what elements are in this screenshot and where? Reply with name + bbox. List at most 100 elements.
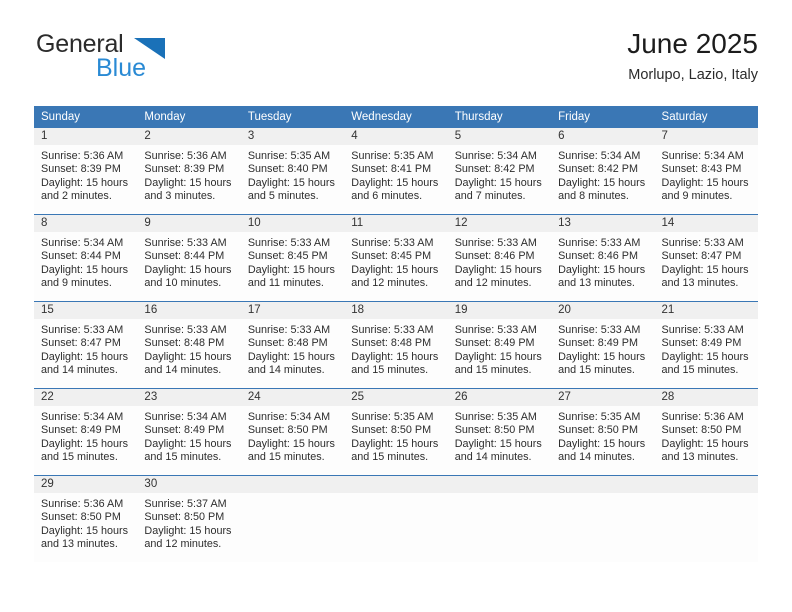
- calendar-grid: Sunday Monday Tuesday Wednesday Thursday Frid…: [34, 106, 758, 562]
- day-details: Sunrise: 5:33 AM Sunset: 8:46 PM Daylight:…: [448, 232, 551, 301]
- calendar-day-cell[interactable]: 2 Sunrise: 5:36 AM Sunset: 8:39 PM Daylight…: [137, 128, 241, 215]
- calendar-day-cell[interactable]: 14 Sunrise: 5:33 AM Sunset: 8:47 PM Dayligh…: [654, 214, 758, 302]
- daylight-text-line1: Daylight: 15 hours: [247, 263, 335, 276]
- sunset-text: Sunset: 8:49 PM: [41, 424, 121, 437]
- calendar-day-cell[interactable]: 5 Sunrise: 5:34 AM Sunset: 8:42 PM Daylight…: [447, 128, 552, 215]
- day-details: Sunrise: 5:35 AM Sunset: 8:50 PM Daylight:…: [448, 406, 551, 475]
- day-number: 26: [447, 389, 552, 406]
- sunrise-text: Sunrise: 5:33 AM: [247, 237, 331, 249]
- calendar-day-cell[interactable]: 19 Sunrise: 5:33 AM Sunset: 8:49 PM Dayligh…: [447, 301, 552, 389]
- calendar-day-cell[interactable]: 16 Sunrise: 5:33 AM Sunset: 8:48 PM Dayligh…: [137, 301, 241, 389]
- calendar-day-cell[interactable]: 28 Sunrise: 5:36 AM Sunset: 8:50 PM Dayligh…: [654, 388, 758, 476]
- day-number: 25: [344, 389, 448, 406]
- calendar-table: Sunday Monday Tuesday Wednesday Thursday Frid…: [34, 106, 758, 562]
- daylight-text-line1: Daylight: 15 hours: [454, 437, 542, 450]
- sunset-text: Sunset: 8:40 PM: [247, 163, 328, 176]
- calendar-day-cell[interactable]: 4 Sunrise: 5:35 AM Sunset: 8:41 PM Daylight…: [344, 128, 448, 215]
- day-details: Sunrise: 5:35 AM Sunset: 8:40 PM Daylight:…: [241, 145, 344, 214]
- sunrise-text: Sunrise: 5:33 AM: [247, 324, 331, 336]
- sunrise-text: Sunrise: 5:36 AM: [661, 411, 744, 423]
- sunset-text: Sunset: 8:43 PM: [661, 163, 742, 176]
- calendar-week-row: 29 Sunrise: 5:36 AM Sunset: 8:50 PM Dayligh…: [34, 475, 758, 562]
- calendar-day-cell[interactable]: 27 Sunrise: 5:35 AM Sunset: 8:50 PM Dayligh…: [551, 388, 655, 476]
- calendar-day-cell[interactable]: 21 Sunrise: 5:33 AM Sunset: 8:49 PM Dayligh…: [654, 301, 758, 389]
- daylight-text-line2: and 15 minutes.: [558, 364, 635, 377]
- sunrise-text: Sunrise: 5:35 AM: [558, 411, 641, 423]
- day-details: Sunrise: 5:33 AM Sunset: 8:49 PM Daylight:…: [448, 319, 551, 388]
- calendar-day-cell[interactable]: 3 Sunrise: 5:35 AM Sunset: 8:40 PM Daylight…: [240, 128, 345, 215]
- day-details: Sunrise: 5:35 AM Sunset: 8:50 PM Daylight:…: [551, 406, 654, 475]
- calendar-day-cell[interactable]: 9 Sunrise: 5:33 AM Sunset: 8:44 PM Daylight…: [137, 214, 241, 302]
- sunset-text: Sunset: 8:42 PM: [454, 163, 535, 176]
- daylight-text-line2: and 13 minutes.: [661, 451, 739, 464]
- calendar-day-cell[interactable]: 20 Sunrise: 5:33 AM Sunset: 8:49 PM Dayligh…: [551, 301, 655, 389]
- calendar-day-cell[interactable]: 7 Sunrise: 5:34 AM Sunset: 8:43 PM Daylight…: [654, 128, 758, 215]
- sunset-text: Sunset: 8:46 PM: [558, 250, 638, 263]
- day-number: 28: [654, 389, 758, 406]
- day-number: 6: [551, 128, 655, 145]
- day-details: Sunrise: 5:36 AM Sunset: 8:39 PM Daylight:…: [137, 145, 240, 214]
- sunrise-text: Sunrise: 5:33 AM: [454, 324, 537, 336]
- calendar-week-row: 1 Sunrise: 5:36 AM Sunset: 8:39 PM Daylight…: [34, 128, 758, 215]
- sunrise-text: Sunrise: 5:34 AM: [247, 411, 331, 423]
- calendar-day-cell[interactable]: 8 Sunrise: 5:34 AM Sunset: 8:44 PM Daylight…: [34, 214, 138, 302]
- sunset-text: Sunset: 8:49 PM: [558, 337, 638, 350]
- sunset-text: Sunset: 8:50 PM: [144, 511, 225, 524]
- calendar-day-cell[interactable]: 22 Sunrise: 5:34 AM Sunset: 8:49 PM Dayligh…: [34, 388, 138, 476]
- weekday-header-monday: Monday: [137, 106, 241, 128]
- calendar-day-cell[interactable]: 23 Sunrise: 5:34 AM Sunset: 8:49 PM Dayligh…: [137, 388, 241, 476]
- day-details: Sunrise: 5:33 AM Sunset: 8:47 PM Daylight:…: [655, 232, 758, 301]
- daylight-text-line1: Daylight: 15 hours: [351, 350, 439, 363]
- daylight-text-line2: and 15 minutes.: [351, 364, 429, 377]
- day-details: [448, 493, 551, 562]
- calendar-day-cell[interactable]: 11 Sunrise: 5:33 AM Sunset: 8:45 PM Dayligh…: [344, 214, 448, 302]
- daylight-text-line2: and 6 minutes.: [351, 190, 423, 203]
- calendar-day-cell[interactable]: 24 Sunrise: 5:34 AM Sunset: 8:50 PM Dayligh…: [240, 388, 345, 476]
- day-number: 30: [137, 476, 241, 493]
- sunrise-text: Sunrise: 5:36 AM: [144, 150, 227, 162]
- daylight-text-line1: Daylight: 15 hours: [351, 263, 439, 276]
- day-number: 10: [240, 215, 345, 232]
- daylight-text-line2: and 9 minutes.: [41, 277, 112, 290]
- calendar-day-cell[interactable]: 10 Sunrise: 5:33 AM Sunset: 8:45 PM Dayligh…: [240, 214, 345, 302]
- daylight-text-line1: Daylight: 15 hours: [454, 176, 542, 189]
- day-number: 24: [240, 389, 345, 406]
- calendar-day-cell[interactable]: 18 Sunrise: 5:33 AM Sunset: 8:48 PM Dayligh…: [344, 301, 448, 389]
- weekday-header-thursday: Thursday: [447, 106, 552, 128]
- daylight-text-line1: Daylight: 15 hours: [661, 437, 749, 450]
- day-number: 5: [447, 128, 552, 145]
- day-number: 16: [137, 302, 241, 319]
- day-number: [654, 476, 758, 493]
- day-details: [655, 493, 758, 562]
- calendar-day-cell[interactable]: 17 Sunrise: 5:33 AM Sunset: 8:48 PM Dayligh…: [240, 301, 345, 389]
- day-number: 27: [551, 389, 655, 406]
- daylight-text-line1: Daylight: 15 hours: [351, 437, 439, 450]
- daylight-text-line2: and 14 minutes.: [454, 451, 532, 464]
- calendar-day-cell-empty: [447, 475, 552, 562]
- daylight-text-line2: and 14 minutes.: [144, 364, 222, 377]
- calendar-day-cell[interactable]: 12 Sunrise: 5:33 AM Sunset: 8:46 PM Dayligh…: [447, 214, 552, 302]
- daylight-text-line2: and 12 minutes.: [144, 538, 222, 551]
- day-number: 22: [34, 389, 138, 406]
- daylight-text-line1: Daylight: 15 hours: [454, 350, 542, 363]
- brand-name-blue: Blue: [96, 54, 147, 82]
- day-details: [551, 493, 654, 562]
- sunset-text: Sunset: 8:50 PM: [351, 424, 432, 437]
- calendar-day-cell[interactable]: 25 Sunrise: 5:35 AM Sunset: 8:50 PM Dayligh…: [344, 388, 448, 476]
- calendar-day-cell[interactable]: 29 Sunrise: 5:36 AM Sunset: 8:50 PM Dayligh…: [34, 475, 138, 562]
- daylight-text-line1: Daylight: 15 hours: [661, 263, 749, 276]
- daylight-text-line2: and 15 minutes.: [41, 451, 118, 464]
- calendar-day-cell[interactable]: 15 Sunrise: 5:33 AM Sunset: 8:47 PM Dayligh…: [34, 301, 138, 389]
- daylight-text-line1: Daylight: 15 hours: [247, 437, 335, 450]
- calendar-day-cell[interactable]: 1 Sunrise: 5:36 AM Sunset: 8:39 PM Daylight…: [34, 128, 138, 215]
- sunset-text: Sunset: 8:48 PM: [351, 337, 432, 350]
- calendar-day-cell[interactable]: 26 Sunrise: 5:35 AM Sunset: 8:50 PM Dayligh…: [447, 388, 552, 476]
- sunrise-text: Sunrise: 5:35 AM: [351, 150, 434, 162]
- brand-logo[interactable]: General Blue: [34, 32, 274, 94]
- day-details: Sunrise: 5:34 AM Sunset: 8:49 PM Daylight:…: [34, 406, 137, 475]
- calendar-day-cell-empty: [240, 475, 345, 562]
- calendar-day-cell[interactable]: 6 Sunrise: 5:34 AM Sunset: 8:42 PM Daylight…: [551, 128, 655, 215]
- calendar-day-cell[interactable]: 30 Sunrise: 5:37 AM Sunset: 8:50 PM Dayligh…: [137, 475, 241, 562]
- calendar-day-cell[interactable]: 13 Sunrise: 5:33 AM Sunset: 8:46 PM Dayligh…: [551, 214, 655, 302]
- sunset-text: Sunset: 8:50 PM: [558, 424, 638, 437]
